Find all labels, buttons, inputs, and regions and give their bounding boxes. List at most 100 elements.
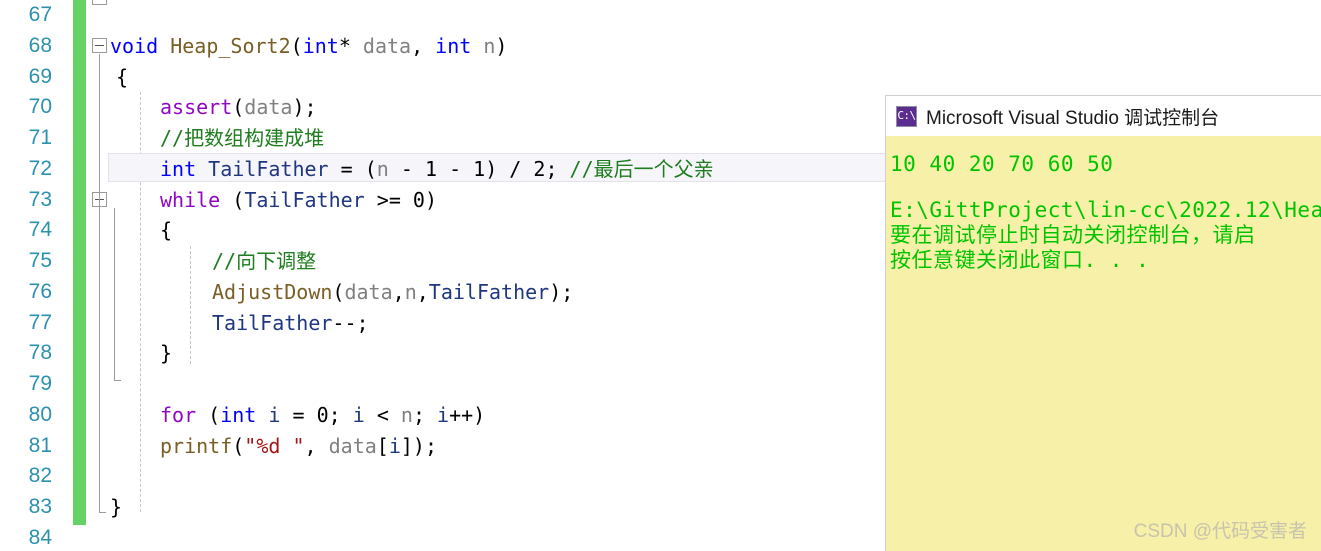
code-line-68[interactable]: void Heap_Sort2(int* data, int n) (110, 31, 507, 62)
line-number: 76 (28, 280, 52, 303)
token-param: data (244, 95, 293, 119)
token-macro: assert (160, 95, 233, 119)
code-line-72[interactable]: int TailFather = (n - 1 - 1) / 2; //最后一个… (160, 154, 714, 185)
token-punct: = (292, 403, 305, 427)
token-number: 0 (316, 403, 329, 427)
line-number: 69 (28, 65, 52, 88)
outline-guide-function (99, 54, 100, 512)
indent-guide-2 (190, 246, 191, 364)
token-param: n (404, 280, 417, 304)
token-punct: , (304, 434, 317, 458)
line-number: 79 (28, 372, 52, 395)
token-punct: , (411, 34, 424, 58)
token-punct: , (392, 280, 405, 304)
token-punct: ; (545, 157, 558, 181)
token-keyword: for (160, 403, 197, 427)
token-punct: ); (292, 95, 317, 119)
token-punct: >= (376, 188, 401, 212)
token-identifier: i (388, 434, 401, 458)
token-identifier: TailFather (244, 188, 365, 212)
line-number: 77 (28, 311, 52, 334)
token-identifier: i (352, 403, 365, 427)
token-punct: ( (232, 188, 245, 212)
token-identifier: i (268, 403, 281, 427)
token-keyword: void (110, 34, 159, 58)
token-identifier: TailFather (212, 311, 333, 335)
collapse-toggle-top[interactable] (92, 0, 107, 5)
token-punct: ; (328, 403, 341, 427)
code-line-78[interactable]: } (160, 338, 172, 369)
console-icon-glyph: C:\ (897, 108, 916, 122)
code-line-71[interactable]: //把数组构建成堆 (160, 123, 324, 154)
code-line-75[interactable]: //向下调整 (212, 246, 316, 277)
token-punct: ]); (400, 434, 437, 458)
token-comment: //向下调整 (212, 249, 317, 273)
code-line-76[interactable]: AdjustDown(data,n,TailFather); (212, 277, 573, 308)
console-title: Microsoft Visual Studio 调试控制台 (926, 107, 1220, 129)
token-param: data (362, 34, 412, 58)
console-output-line: 按任意键关闭此窗口. . . (890, 248, 1150, 272)
token-identifier: TailFather (428, 280, 550, 304)
code-line-69[interactable]: { (116, 62, 128, 93)
token-function: Heap_Sort2 (170, 34, 291, 58)
debug-console-window[interactable]: C:\ Microsoft Visual Studio 调试控制台 10 40 … (885, 95, 1321, 551)
token-keyword: int (160, 157, 197, 181)
token-punct: / (509, 157, 522, 181)
line-number: 68 (28, 34, 52, 57)
token-punct: [ (376, 434, 389, 458)
code-line-83[interactable]: } (110, 492, 122, 523)
code-line-74[interactable]: { (160, 215, 172, 246)
line-number: 84 (28, 526, 52, 549)
code-line-70[interactable]: assert(data); (160, 92, 317, 123)
token-keyword: int (220, 403, 257, 427)
token-punct: ( (208, 403, 221, 427)
token-keyword: int (302, 34, 339, 58)
csdn-watermark: CSDN @代码受害者 (1133, 521, 1307, 542)
token-punct: ( (332, 280, 345, 304)
line-number: 71 (28, 126, 52, 149)
token-number: 0 (412, 188, 425, 212)
console-output-line: 10 40 20 70 60 50 (890, 152, 1114, 176)
line-number: 81 (28, 434, 52, 457)
token-punct: ++) (449, 403, 486, 427)
line-number: 82 (28, 464, 52, 487)
line-number: 74 (28, 218, 52, 241)
screenshot-root: 67 68 69 70 71 72 73 74 75 76 77 78 79 8… (0, 0, 1321, 551)
token-keyword: int (435, 34, 472, 58)
token-comment: //最后一个父亲 (569, 157, 714, 181)
console-output[interactable]: 10 40 20 70 60 50 E:\GittProject\lin-cc\… (886, 136, 1321, 273)
code-line-80[interactable]: for (int i = 0; i < n; i++) (160, 400, 485, 431)
code-line-81[interactable]: printf("%d ", data[i]); (160, 431, 437, 462)
token-punct: } (160, 341, 173, 365)
token-punct: ; (412, 403, 425, 427)
code-line-73[interactable]: while (TailFather >= 0) (160, 185, 437, 216)
token-punct: * (338, 34, 351, 58)
collapse-toggle-function[interactable] (92, 38, 107, 53)
token-punct: ) (424, 188, 438, 212)
line-number: 72 (28, 157, 52, 180)
change-bar (73, 0, 86, 525)
line-number: 73 (28, 188, 52, 211)
console-app-icon: C:\ (896, 105, 917, 127)
line-number: 83 (28, 495, 52, 518)
token-punct: ); (549, 280, 574, 304)
console-output-line: E:\GittProject\lin-cc\2022.12\Heap (890, 198, 1321, 222)
console-titlebar[interactable]: C:\ Microsoft Visual Studio 调试控制台 (886, 96, 1321, 136)
token-punct: ( (364, 157, 377, 181)
token-punct: - (400, 157, 413, 181)
token-param: data (328, 434, 377, 458)
token-function: AdjustDown (212, 280, 333, 304)
token-punct: ( (232, 434, 245, 458)
token-param: n (400, 403, 413, 427)
line-number: 70 (28, 95, 52, 118)
token-identifier: i (437, 403, 450, 427)
token-string: "%d " (244, 434, 305, 458)
token-punct: = (340, 157, 353, 181)
console-output-line: 要在调试停止时自动关闭控制台，请启 (890, 223, 1256, 247)
outline-guide-while-end (114, 380, 121, 381)
token-comment: //把数组构建成堆 (160, 126, 325, 150)
code-line-77[interactable]: TailFather--; (212, 308, 369, 339)
line-number: 80 (28, 403, 52, 426)
outline-guide-function-end (99, 512, 106, 513)
